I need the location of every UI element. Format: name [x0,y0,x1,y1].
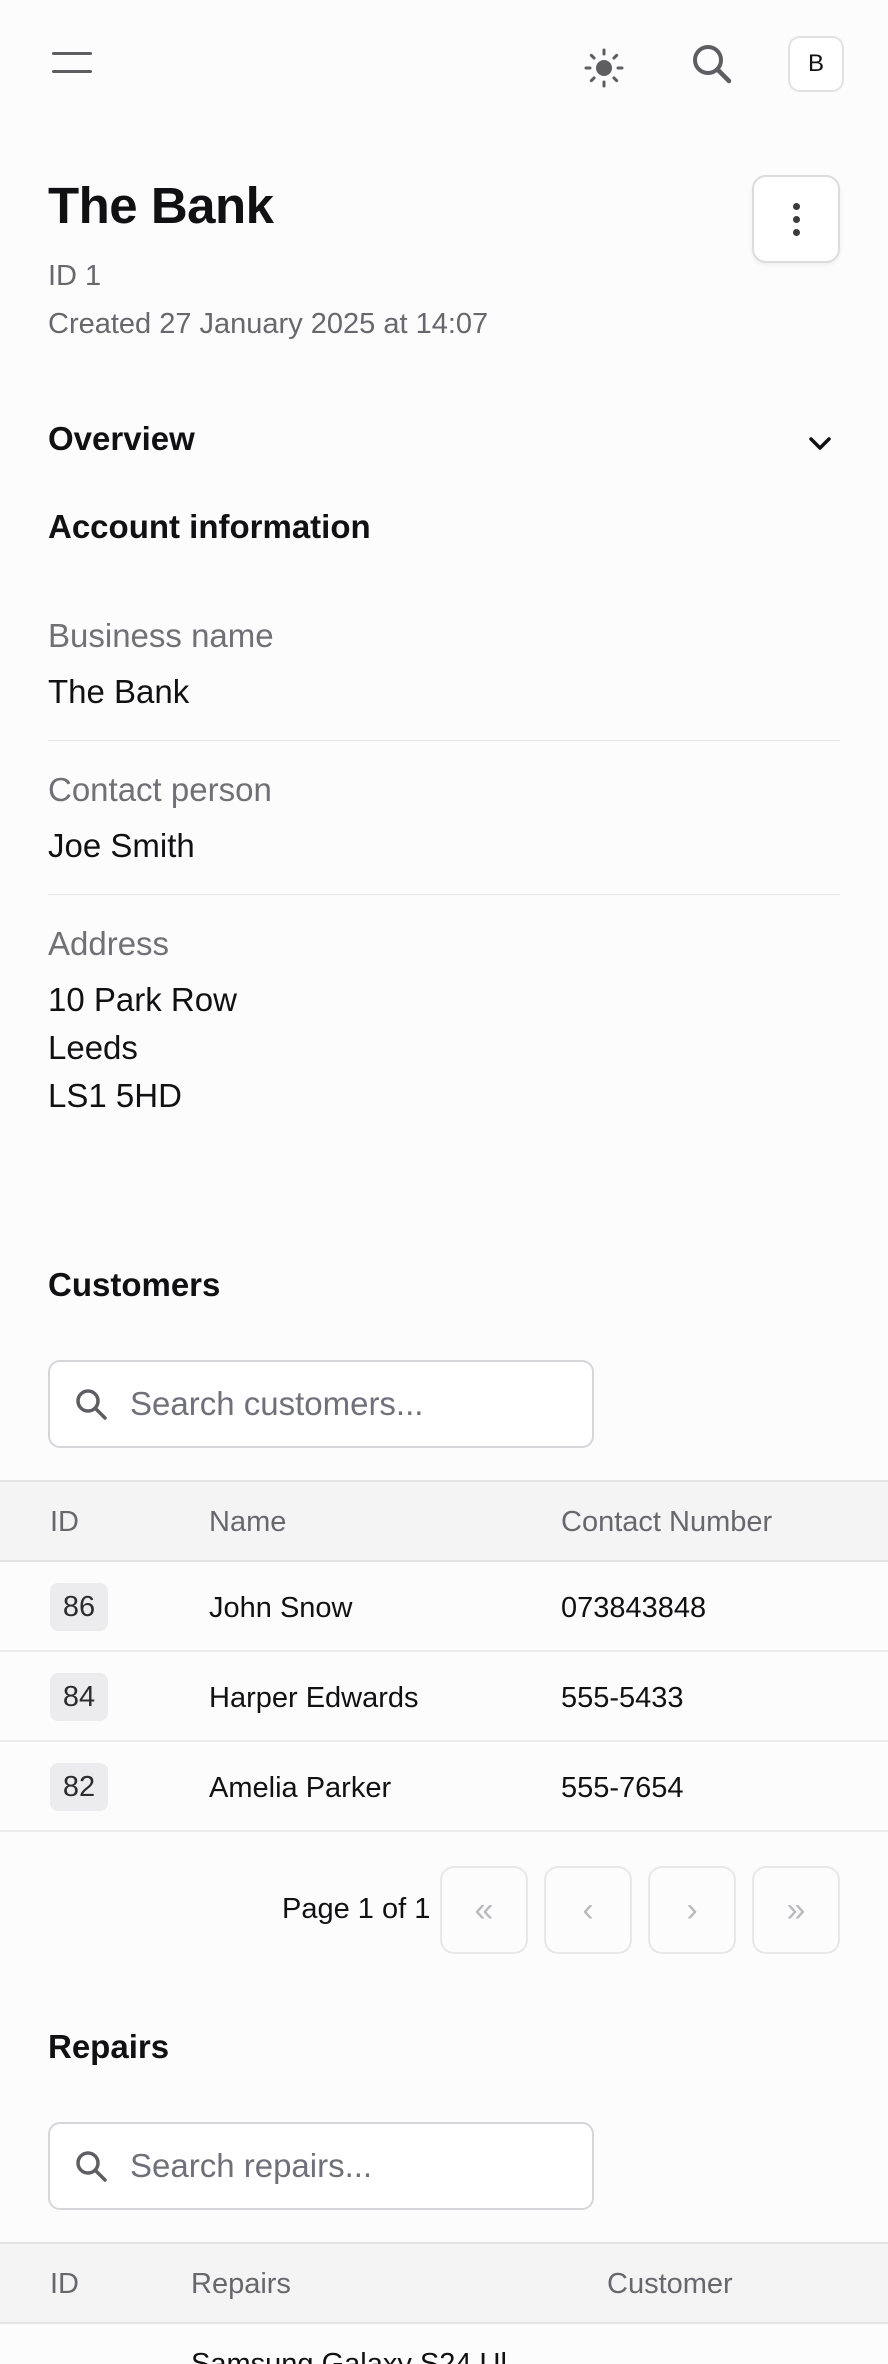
repairs-table-header: ID Repairs Customer [0,2242,888,2324]
contact-person-value: Joe Smith [48,827,195,864]
address-line-3: LS1 5HD [48,1077,182,1114]
repairs-search-field[interactable] [130,2147,550,2185]
column-header-name[interactable]: Name [209,1506,286,1539]
divider [48,894,840,895]
table-row[interactable]: 86 John Snow 073843848 [0,1562,888,1652]
column-header-customer[interactable]: Customer [607,2268,733,2301]
column-header-id[interactable]: ID [50,1506,79,1539]
table-row[interactable]: 82 Amelia Parker 555-7654 [0,1742,888,1832]
next-page-button[interactable]: › [648,1866,736,1954]
previous-page-button[interactable]: ‹ [544,1866,632,1954]
record-id: ID 1 [48,260,102,292]
overview-title[interactable]: Overview [48,420,195,458]
address-label: Address [48,925,170,962]
column-header-contact-number[interactable]: Contact Number [561,1506,772,1539]
customer-contact: 555-5433 [561,1682,684,1714]
search-icon[interactable] [688,40,736,88]
id-badge: 84 [50,1673,108,1721]
business-name-label: Business name [48,617,274,654]
chevron-right-icon: › [686,1890,698,1929]
first-page-button[interactable]: « [440,1866,528,1954]
id-badge: 86 [50,1583,108,1631]
column-header-repairs[interactable]: Repairs [191,2268,291,2301]
address-line-2: Leeds [48,1029,138,1066]
table-row[interactable]: 84 Harper Edwards 555-5433 [0,1652,888,1742]
address-line-1: 10 Park Row [48,981,237,1018]
column-header-id[interactable]: ID [50,2268,79,2301]
sun-icon[interactable] [580,44,628,92]
chevrons-right-icon: » [786,1890,806,1929]
created-date: Created 27 January 2025 at 14:07 [48,308,489,340]
contact-person-label: Contact person [48,771,272,808]
customers-table-header: ID Name Contact Number [0,1480,888,1562]
menu-icon[interactable] [48,48,96,78]
business-name-value: The Bank [48,673,190,710]
customer-contact: 073843848 [561,1592,707,1624]
avatar[interactable]: B [788,36,844,92]
customer-name: John Snow [209,1592,353,1624]
repair-name: Samsung Galaxy S24 Ul [191,2348,507,2364]
id-badge: 82 [50,1763,108,1811]
last-page-button[interactable]: » [752,1866,840,1954]
search-icon [76,1389,107,1420]
customer-contact: 555-7654 [561,1772,684,1804]
customers-search-field[interactable] [130,1385,550,1423]
customers-search-input[interactable] [48,1360,594,1448]
account-information-heading: Account information [48,508,371,545]
pagination-text: Page 1 of 1 [282,1893,431,1925]
more-vertical-icon [792,202,800,210]
customer-name: Amelia Parker [209,1772,392,1804]
customers-heading: Customers [48,1266,221,1303]
repairs-search-input[interactable] [48,2122,594,2210]
page-title: The Bank [48,177,274,234]
search-icon [76,2151,107,2182]
chevron-down-icon[interactable] [800,424,840,464]
customer-name: Harper Edwards [209,1682,419,1714]
chevron-left-icon: ‹ [582,1890,594,1929]
chevrons-left-icon: « [474,1890,494,1929]
more-options-button[interactable] [752,175,840,263]
repairs-heading: Repairs [48,2028,170,2065]
divider [48,740,840,741]
